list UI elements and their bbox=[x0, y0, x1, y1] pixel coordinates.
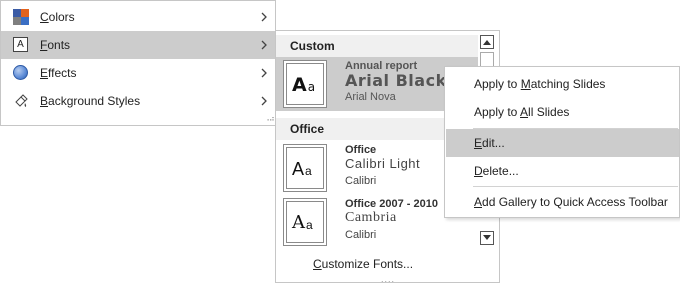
font-preview-thumbnail: A a bbox=[283, 144, 327, 192]
edit-font-theme[interactable]: Edit... bbox=[446, 129, 679, 157]
background-styles-icon bbox=[15, 94, 28, 107]
chevron-right-icon bbox=[261, 40, 267, 50]
preview-body-glyph: a bbox=[306, 218, 313, 232]
chevron-right-icon bbox=[261, 96, 267, 106]
colors-icon bbox=[13, 9, 29, 25]
font-theme-heading-font: Cambria bbox=[345, 210, 397, 225]
menu-item-fonts[interactable]: A Fonts bbox=[1, 31, 275, 59]
ctx-label-pre: Apply to bbox=[474, 105, 521, 119]
menu-item-label: E bbox=[40, 66, 49, 80]
menu-item-effects[interactable]: Effects bbox=[1, 59, 275, 87]
menu-separator bbox=[473, 186, 678, 187]
menu-item-label-rest: olors bbox=[48, 10, 75, 24]
menu-item-label: C bbox=[40, 10, 49, 24]
font-theme-context-menu: Apply to Matching Slides Apply to All Sl… bbox=[444, 66, 680, 218]
ctx-label-mnemonic: M bbox=[520, 77, 531, 91]
menu-item-colors[interactable]: Colors bbox=[1, 3, 275, 31]
scroll-down-button[interactable] bbox=[480, 231, 494, 245]
font-theme-body-font: Calibri bbox=[345, 175, 377, 187]
menu-item-background-styles[interactable]: Background Styles bbox=[1, 87, 275, 115]
chevron-right-icon bbox=[261, 12, 267, 22]
font-theme-name: Office 2007 - 2010 bbox=[345, 198, 438, 210]
preview-body-glyph: a bbox=[307, 80, 316, 94]
font-theme-body-font: Arial Nova bbox=[345, 91, 396, 103]
customize-fonts-mnemonic: C bbox=[313, 257, 322, 271]
preview-body-glyph: a bbox=[305, 164, 312, 178]
apply-to-matching-slides[interactable]: Apply to Matching Slides bbox=[446, 70, 679, 98]
ctx-label-mnemonic: E bbox=[474, 136, 483, 150]
theme-variants-menu: Colors A Fonts Effects Background Styles… bbox=[0, 0, 276, 126]
ctx-label-rest: dd Gallery to Quick Access Toolbar bbox=[482, 195, 668, 209]
ctx-label-mnemonic: A bbox=[474, 195, 483, 209]
font-preview-thumbnail: A a bbox=[283, 198, 327, 246]
menu-item-label-rest: ackground Styles bbox=[48, 94, 141, 108]
ctx-label-mnemonic: D bbox=[474, 164, 483, 178]
menu-item-label-rest: onts bbox=[47, 38, 71, 52]
font-theme-heading-font: Arial Black bbox=[345, 71, 447, 90]
ctx-label-pre: Apply to bbox=[474, 77, 521, 91]
add-gallery-to-quick-access-toolbar[interactable]: Add Gallery to Quick Access Toolbar bbox=[446, 188, 679, 216]
ctx-label-mnemonic: A bbox=[520, 105, 529, 119]
menu-item-label: B bbox=[40, 94, 49, 108]
section-header-custom: Custom bbox=[276, 35, 478, 57]
apply-to-all-slides[interactable]: Apply to All Slides bbox=[446, 98, 679, 126]
caret-down-icon bbox=[483, 235, 491, 240]
gallery-resize-handle[interactable]: .... bbox=[381, 274, 395, 283]
preview-heading-glyph: A bbox=[292, 74, 307, 96]
fonts-icon: A bbox=[13, 37, 28, 52]
font-theme-name: Office bbox=[345, 144, 377, 156]
font-preview-thumbnail: A a bbox=[283, 60, 327, 108]
customize-fonts-label: ustomize Fonts... bbox=[321, 257, 414, 271]
menu-item-label-rest: ffects bbox=[48, 66, 77, 80]
caret-up-icon bbox=[483, 40, 491, 45]
resize-grip-icon[interactable]: ⠠⠴ bbox=[264, 115, 275, 123]
ctx-label-rest: atching Slides bbox=[530, 77, 606, 91]
effects-icon bbox=[13, 65, 28, 80]
ctx-label-rest: elete... bbox=[482, 164, 519, 178]
preview-heading-glyph: A bbox=[292, 212, 305, 233]
font-theme-heading-font: Calibri Light bbox=[345, 156, 421, 171]
preview-heading-glyph: A bbox=[292, 159, 305, 179]
delete-font-theme[interactable]: Delete... bbox=[446, 157, 679, 185]
font-theme-body-font: Calibri bbox=[345, 229, 377, 241]
customize-fonts-button[interactable]: Customize Fonts... bbox=[313, 257, 413, 271]
scroll-up-button[interactable] bbox=[480, 35, 494, 49]
ctx-label-rest: ll Slides bbox=[528, 105, 570, 119]
chevron-right-icon bbox=[261, 68, 267, 78]
ctx-label-rest: dit... bbox=[482, 136, 505, 150]
